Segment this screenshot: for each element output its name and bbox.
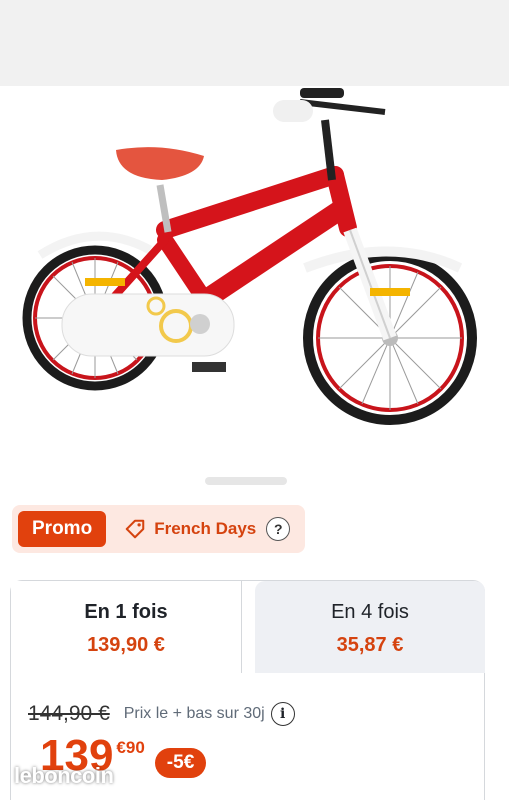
- price-decimal: €90: [116, 738, 145, 757]
- top-band: [0, 0, 509, 86]
- reference-price-label: Prix le + bas sur 30j: [123, 705, 265, 722]
- old-price: 144,90 €: [28, 702, 110, 725]
- promo-strip: Promo French Days ?: [12, 505, 305, 553]
- reference-price-row: 144,90 € Prix le + bas sur 30j i: [28, 702, 295, 726]
- tab-pay-once[interactable]: En 1 fois 139,90 €: [11, 581, 241, 673]
- tab-title: En 4 fois: [331, 601, 409, 623]
- leboncoin-watermark: leboncoin: [14, 763, 114, 788]
- promo-badge: Promo: [18, 511, 107, 547]
- product-image-bike[interactable]: [0, 86, 509, 466]
- french-days-label: French Days: [124, 518, 256, 540]
- carousel-indicator[interactable]: [205, 477, 287, 485]
- tab-pay-4-times[interactable]: En 4 fois 35,87 €: [255, 581, 485, 673]
- info-icon[interactable]: i: [270, 702, 295, 726]
- discount-badge: -5€: [154, 748, 207, 778]
- tag-icon: [125, 519, 145, 539]
- tab-price: 139,90 €: [87, 634, 165, 656]
- tab-title: En 1 fois: [84, 601, 168, 623]
- question-circle-icon[interactable]: ?: [266, 517, 291, 541]
- tab-divider: [241, 581, 242, 673]
- tab-price: 35,87 €: [336, 634, 404, 656]
- event-label: French Days: [154, 519, 257, 538]
